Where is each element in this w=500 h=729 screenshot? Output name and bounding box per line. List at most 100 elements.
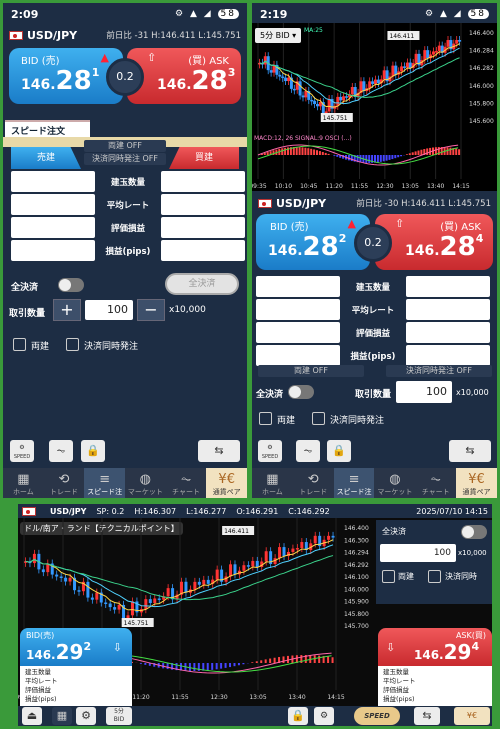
lock-button[interactable]: 🔒	[288, 707, 308, 725]
x-tick-label: 12:30	[376, 183, 393, 190]
y-tick-label: 145.600	[469, 118, 494, 125]
ask-button[interactable]: ASK(買) ⇩ 146.294	[378, 628, 492, 666]
bid-button[interactable]: BID (売) ▲ 146.282	[256, 214, 370, 270]
macd-bar	[368, 155, 371, 163]
macd-bar	[284, 147, 287, 155]
speed-settings-button[interactable]: ⚙	[314, 707, 334, 725]
zenkessai-button[interactable]: 全決済	[165, 273, 239, 295]
macd-bar	[333, 155, 336, 156]
macd-bar	[282, 656, 285, 663]
qty-input[interactable]: 100	[396, 381, 452, 403]
landscape-chart-screen: USD/JPY SP: 0.2 H:146.307 L:146.277 O:14…	[18, 504, 492, 726]
buy-value-field	[406, 276, 490, 297]
tab-chart[interactable]: ⏦ チャート	[415, 468, 456, 498]
status-time: 2:09	[11, 7, 39, 21]
tab-speed-order[interactable]: ≡スピード注文	[333, 468, 375, 498]
tab-currency-pair[interactable]: ¥€ 通貨ペア	[456, 468, 497, 498]
tab-market[interactable]: ◍ マーケット	[374, 468, 415, 498]
bid-button[interactable]: BID(売) 146.292 ⇩	[20, 628, 132, 666]
candle-body	[144, 599, 148, 610]
x-tick-label: 11:20	[325, 183, 342, 190]
lock-button[interactable]: 🔒	[327, 440, 351, 462]
tab-chart[interactable]: ⏦ チャート	[166, 468, 207, 498]
y-tick-label: 146.292	[344, 562, 369, 569]
candle-body	[184, 581, 188, 593]
pair-name[interactable]: USD/JPY	[276, 197, 326, 210]
eject-icon[interactable]: ⏏	[22, 707, 42, 725]
speed-button[interactable]: SPEED	[354, 707, 400, 725]
y-tick-label: 145.700	[344, 623, 369, 630]
x-tick-label: 09:35	[252, 183, 267, 190]
candle-body	[255, 560, 259, 568]
qty-input[interactable]: 100	[380, 544, 456, 562]
rotate-screen-button[interactable]: ⇆	[449, 440, 491, 462]
candle-body	[295, 548, 299, 550]
row-label: 評価損益	[355, 329, 390, 339]
chart-toggle-button[interactable]: ⏦	[296, 440, 320, 462]
qty-minus-button[interactable]: −	[137, 299, 165, 321]
x-tick-label: 14:15	[327, 694, 344, 701]
qty-input[interactable]: 100	[85, 300, 133, 320]
rotate-screen-button[interactable]: ⇆	[198, 440, 240, 462]
row-label: 建玉数量	[355, 283, 390, 293]
ryodate-checkbox[interactable]	[259, 412, 272, 425]
currency-icon[interactable]: ¥€	[454, 707, 490, 725]
sell-tab[interactable]: 売建	[11, 147, 81, 169]
lock-button[interactable]: 🔒	[81, 440, 105, 462]
kessai-checkbox[interactable]	[428, 570, 441, 583]
macd-bar	[139, 663, 142, 664]
macd-bar	[211, 663, 214, 670]
macd-bar	[188, 663, 191, 671]
grid-icon[interactable]: ▦	[52, 707, 72, 725]
candle-body	[77, 590, 81, 592]
tab-market[interactable]: ◍ マーケット	[125, 468, 166, 498]
tab-trade[interactable]: ⟲ トレード	[293, 468, 334, 498]
macd-bar	[318, 151, 321, 155]
macd-bar	[264, 659, 267, 663]
candle-body	[345, 96, 348, 98]
qty-multiplier: x10,000	[458, 549, 487, 557]
tab-home[interactable]: ▦ ホーム	[3, 468, 44, 498]
buy-tab[interactable]: 買建	[169, 147, 239, 169]
ryodate-checkbox[interactable]	[13, 338, 26, 351]
gear-icon[interactable]: ⚙	[76, 707, 96, 725]
kessai-checkbox[interactable]	[312, 412, 325, 425]
y-tick-label: 146.294	[344, 550, 369, 557]
prev-close: 前日比 -31	[106, 31, 149, 41]
kessai-checkbox[interactable]	[66, 338, 79, 351]
zenkessai-toggle[interactable]	[461, 525, 487, 539]
tab-speed-order[interactable]: ≡スピード注文	[84, 468, 126, 498]
pair-name[interactable]: USD/JPY	[50, 507, 86, 516]
ryodate-checkbox[interactable]	[382, 570, 395, 583]
candle-body	[104, 602, 108, 605]
timeframe-button[interactable]: 5分 BID	[106, 707, 132, 725]
speed-button[interactable]: ⚙ SPEED	[10, 440, 34, 462]
candle-body	[278, 74, 282, 77]
ask-position-info: 建玉数量 平均レート 評価損益 損益(pips)	[378, 666, 492, 706]
zenkessai-toggle[interactable]	[288, 385, 314, 399]
candle-body	[342, 96, 346, 101]
tab-currency-pair[interactable]: ¥€ 通貨ペア	[206, 468, 247, 498]
candle-body	[298, 81, 302, 96]
timeframe-selector[interactable]: 5分 BID ▾	[255, 28, 302, 43]
macd-bar	[313, 149, 316, 155]
macd-bar	[397, 155, 400, 158]
pair-name[interactable]: USD/JPY	[27, 29, 77, 42]
ask-button[interactable]: ⇧ (買) ASK 146.283	[127, 48, 241, 104]
ask-button[interactable]: ⇧ (買) ASK 146.284	[375, 214, 493, 270]
status-icons: ⚙ ▲ ◢ 58	[425, 9, 489, 19]
zenkessai-toggle[interactable]	[58, 278, 84, 292]
price-chart[interactable]: 09:35 10:10 10:45 11:20 11:55 12:30 13:05 13:40…	[252, 23, 497, 191]
candle-body	[292, 88, 296, 91]
speed-button[interactable]: ⚙ SPEED	[258, 440, 282, 462]
candle-body	[86, 581, 90, 598]
tab-home[interactable]: ▦ ホーム	[252, 468, 293, 498]
rotate-screen-button[interactable]: ⇆	[414, 707, 440, 725]
qty-plus-button[interactable]: +	[53, 299, 81, 321]
chart-toggle-button[interactable]: ⏦	[49, 440, 73, 462]
speed-order-tab[interactable]: スピード注文	[5, 120, 90, 137]
candle-body	[55, 574, 59, 577]
us-flag-icon	[22, 506, 36, 516]
candle-body	[374, 79, 377, 84]
tab-trade[interactable]: ⟲ トレード	[44, 468, 85, 498]
